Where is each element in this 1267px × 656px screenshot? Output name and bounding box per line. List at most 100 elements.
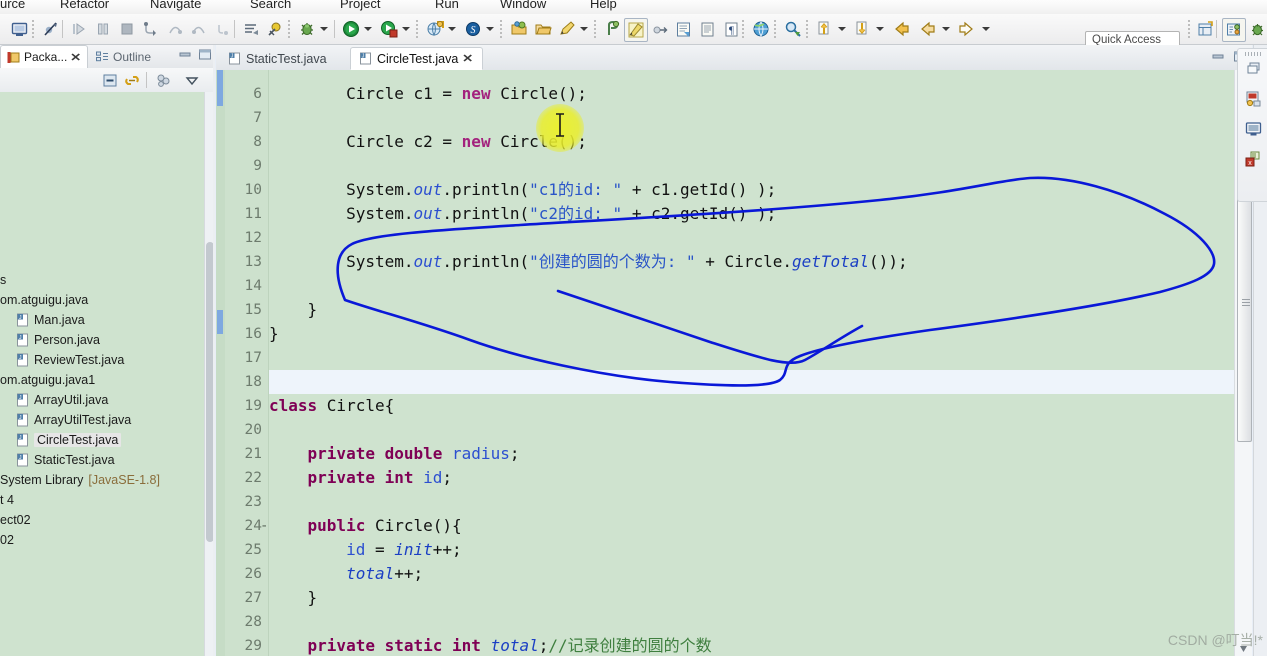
close-icon[interactable]: ✕ <box>70 51 81 64</box>
link-with-editor-icon[interactable] <box>122 71 141 89</box>
forward-icon[interactable] <box>956 18 978 40</box>
java-perspective-toggle-icon[interactable] <box>624 18 648 42</box>
toggle-breadcrumb-icon[interactable] <box>648 18 670 40</box>
step-return-icon[interactable] <box>188 18 210 40</box>
java-perspective-icon[interactable] <box>1222 18 1246 42</box>
next-annotation-dropdown-icon[interactable] <box>874 18 885 40</box>
code-line: total++; <box>346 564 424 583</box>
left-panel-toolbar <box>0 68 215 93</box>
view-menu-icon[interactable] <box>182 71 201 89</box>
menu-item-search[interactable]: Search <box>250 0 291 11</box>
step-into-icon[interactable] <box>140 18 162 40</box>
step-over-icon[interactable] <box>164 18 186 40</box>
run-icon[interactable] <box>340 18 362 40</box>
tree-item[interactable]: J CircleTest.java <box>16 430 122 450</box>
new-java-project-dropdown-icon[interactable] <box>446 18 457 40</box>
problems-min-icon[interactable]: x <box>1244 149 1263 168</box>
coverage-icon[interactable] <box>378 18 400 40</box>
previous-edit-location-icon[interactable] <box>602 18 624 40</box>
next-annotation-icon[interactable] <box>852 18 874 40</box>
code-line: Circle c1 = new Circle(); <box>346 84 587 103</box>
tab-statictest-java[interactable]: J StaticTest.java <box>220 47 346 70</box>
suspend-icon[interactable] <box>92 18 114 40</box>
skip-breakpoints-icon[interactable] <box>40 18 62 40</box>
open-task-icon[interactable] <box>532 18 554 40</box>
open-document-icon[interactable] <box>696 18 718 40</box>
code-text-area[interactable]: 6 7 8 9 10 11 12 13 14 15 16 17 18 19 20 21 22 23 24 25 26 27… <box>216 70 1252 656</box>
menu-item-help[interactable]: Help <box>590 0 617 11</box>
resume-icon[interactable] <box>68 18 90 40</box>
forward-dropdown-icon[interactable] <box>980 18 991 40</box>
tree-item[interactable]: J ArrayUtilTest.java <box>16 410 131 430</box>
minimize-view-icon[interactable] <box>176 46 193 62</box>
run-dropdown-arrow-icon[interactable] <box>362 18 373 40</box>
debug-perspective-icon[interactable] <box>1246 18 1267 40</box>
use-step-filters-icon[interactable] <box>240 18 262 40</box>
java-file-icon: J <box>16 393 29 407</box>
tree-item-label: om.atguigu.java <box>0 293 89 307</box>
java-file-icon: J <box>228 52 241 65</box>
tree-item[interactable]: System Library [JavaSE-1.8] <box>0 470 160 490</box>
tab-circletest-java[interactable]: J CircleTest.java ✕ <box>350 47 483 70</box>
tree-item[interactable]: om.atguigu.java1 <box>0 370 95 390</box>
tree-item[interactable]: J Man.java <box>16 310 85 330</box>
tree-item[interactable]: J ReviewTest.java <box>16 350 124 370</box>
debug-icon[interactable] <box>296 18 318 40</box>
editor-scroll-thumb[interactable] <box>1237 168 1252 442</box>
tree-item[interactable]: 02 <box>0 530 14 550</box>
source-code[interactable]: Circle c1 = new Circle(); Circle c2 = ne… <box>269 70 1252 656</box>
forward-back-secondary-icon[interactable] <box>916 18 938 40</box>
debug-dropdown-arrow-icon[interactable] <box>318 18 329 40</box>
menu-item-run[interactable]: Run <box>435 0 459 11</box>
panel-divider[interactable] <box>213 45 215 656</box>
terminate-icon[interactable] <box>116 18 138 40</box>
tree-item[interactable]: s <box>0 270 6 290</box>
tab-package-explorer[interactable]: Packa... ✕ <box>0 45 88 68</box>
restore-icon[interactable] <box>1244 59 1263 78</box>
minimize-editor-icon[interactable] <box>1209 48 1226 64</box>
search-icon[interactable] <box>782 18 804 40</box>
new-perspective-icon[interactable] <box>1194 18 1216 40</box>
open-type-icon[interactable] <box>508 18 530 40</box>
previous-annotation-dropdown-icon[interactable] <box>836 18 847 40</box>
menu-item-refactor[interactable]: Refactor <box>60 0 109 11</box>
tree-item[interactable]: om.atguigu.java <box>0 290 88 310</box>
menu-item-window[interactable]: Window <box>500 0 546 11</box>
tree-item[interactable]: J Person.java <box>16 330 100 350</box>
view-filter-icon[interactable] <box>154 71 173 89</box>
back-dropdown-icon[interactable] <box>940 18 951 40</box>
tree-item[interactable]: J ArrayUtil.java <box>16 390 108 410</box>
open-task-repository-icon[interactable] <box>672 18 694 40</box>
new-java-project-icon[interactable] <box>424 18 446 40</box>
new-object-dropdown-icon[interactable] <box>484 18 495 40</box>
code-line: } <box>307 300 318 319</box>
maximize-view-icon[interactable] <box>196 46 213 62</box>
tree-item[interactable]: ect02 <box>0 510 31 530</box>
run-last-tool-icon[interactable] <box>264 18 286 40</box>
back-icon[interactable] <box>890 18 912 40</box>
console-min-icon[interactable] <box>1244 119 1263 138</box>
close-icon[interactable]: ✕ <box>462 52 473 65</box>
tab-outline[interactable]: Outline <box>90 45 168 68</box>
fold-marker[interactable]: - <box>260 514 268 538</box>
new-object-icon[interactable]: S <box>462 18 484 40</box>
toggle-mark-occurrences-icon[interactable] <box>556 18 578 40</box>
tree-item[interactable]: t 4 <box>0 490 14 510</box>
menu-bar: urce Refactor Navigate Search Project Run Wind… <box>0 0 1267 14</box>
debug-view-icon[interactable] <box>8 18 30 40</box>
drag-handle[interactable] <box>1245 52 1261 56</box>
mark-occurrences-dropdown-icon[interactable] <box>578 18 589 40</box>
pilcrow-icon[interactable]: ¶ <box>720 18 742 40</box>
coverage-dropdown-arrow-icon[interactable] <box>400 18 411 40</box>
menu-item-navigate[interactable]: Navigate <box>150 0 201 11</box>
drop-to-frame-icon[interactable] <box>212 18 234 40</box>
project-tree[interactable]: s om.atguigu.java J Man.java J Person.java J Re… <box>0 92 205 656</box>
menu-item-urce[interactable]: urce <box>0 0 25 11</box>
menu-item-project[interactable]: Project <box>340 0 380 11</box>
previous-annotation-icon[interactable] <box>814 18 836 40</box>
web-browser-icon[interactable] <box>750 18 772 40</box>
collapse-all-icon[interactable] <box>100 71 119 89</box>
tree-item[interactable]: J StaticTest.java <box>16 450 115 470</box>
package-explorer-min-icon[interactable] <box>1244 89 1263 108</box>
